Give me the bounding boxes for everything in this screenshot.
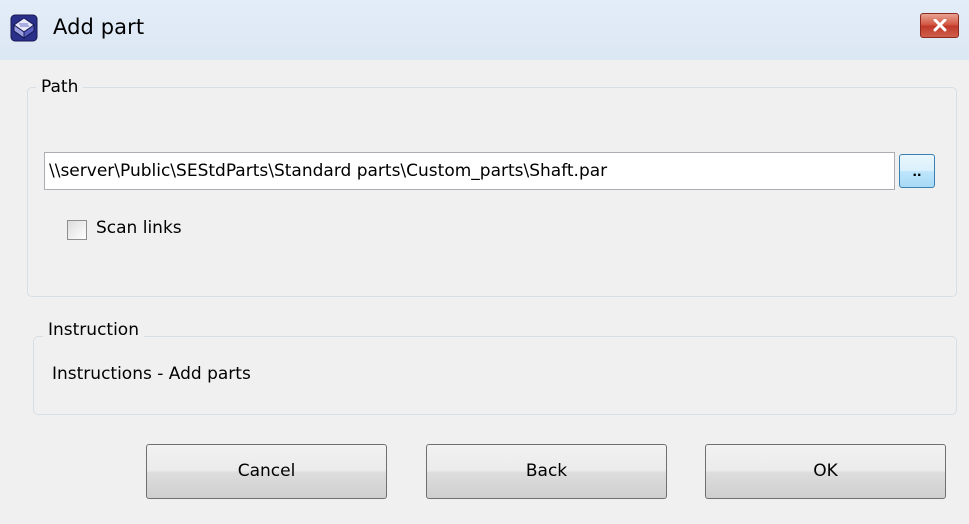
- close-icon: [933, 19, 947, 32]
- ok-button[interactable]: OK: [705, 444, 946, 499]
- path-group-label: Path: [36, 77, 84, 97]
- window-title: Add part: [53, 15, 145, 39]
- back-button[interactable]: Back: [426, 444, 667, 499]
- add-part-dialog: Add part Path .. Scan links Instruction …: [0, 0, 969, 524]
- cancel-button[interactable]: Cancel: [146, 444, 387, 499]
- close-button[interactable]: [920, 13, 959, 38]
- path-groupbox: [27, 87, 957, 297]
- title-bar[interactable]: Add part: [0, 0, 969, 60]
- instruction-text: Instructions - Add parts: [52, 364, 251, 384]
- scan-links-label[interactable]: Scan links: [96, 218, 182, 238]
- book-icon: [10, 14, 38, 42]
- scan-links-checkbox[interactable]: [67, 220, 87, 240]
- instruction-group-label: Instruction: [43, 320, 144, 340]
- browse-button[interactable]: ..: [899, 154, 935, 188]
- path-input[interactable]: [44, 152, 895, 190]
